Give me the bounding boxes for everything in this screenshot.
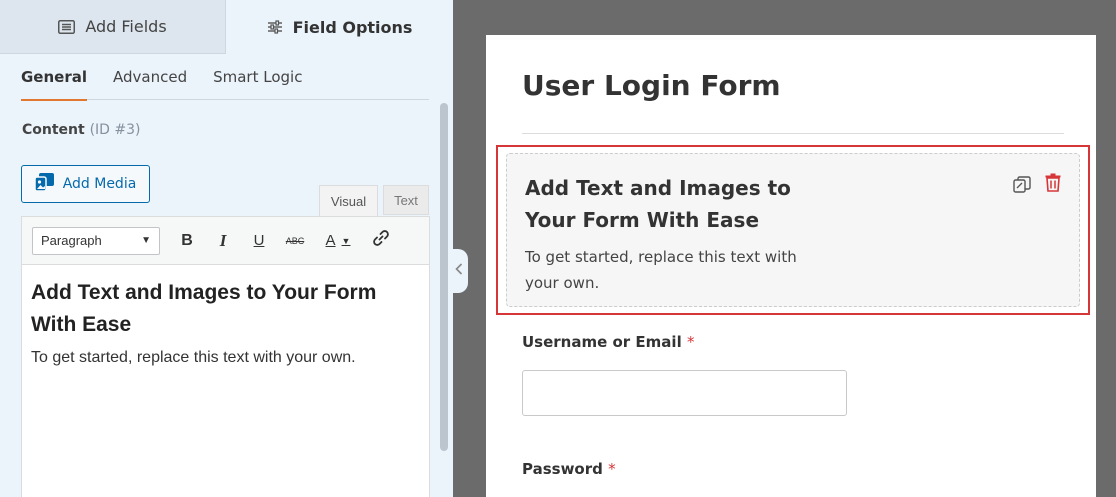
subtab-advanced[interactable]: Advanced <box>113 54 187 100</box>
link-icon <box>372 229 390 252</box>
duplicate-icon[interactable] <box>1013 176 1031 194</box>
panel-scrollbar-thumb[interactable] <box>440 103 448 451</box>
form-title-divider <box>522 133 1064 134</box>
password-label-text: Password <box>522 460 603 478</box>
format-select[interactable]: Paragraph ▼ <box>32 226 160 255</box>
required-marker: * <box>686 333 695 351</box>
required-marker: * <box>608 460 616 478</box>
tab-field-options[interactable]: Field Options <box>226 0 453 54</box>
chevron-left-icon <box>454 263 463 279</box>
text-color-button[interactable]: A ▼ <box>318 227 358 255</box>
content-editor[interactable]: Paragraph ▼ B I U ABC A ▼ Add Text and I… <box>21 216 430 497</box>
panel-tabs: Add Fields Field Options <box>0 0 453 54</box>
content-label-text: Content <box>22 122 85 138</box>
field-options-panel: Add Fields Field Options General Advance… <box>0 0 453 497</box>
form-title: User Login Form <box>522 69 781 102</box>
editor-heading: Add Text and Images to Your Form With Ea… <box>31 281 377 336</box>
add-media-label: Add Media <box>62 176 137 192</box>
form-preview: User Login Form Add Text and Images to Y… <box>486 35 1096 497</box>
caret-down-icon: ▼ <box>141 235 151 246</box>
tab-field-options-label: Field Options <box>292 17 413 37</box>
underline-button[interactable]: U <box>246 227 272 255</box>
content-field-id: (ID #3) <box>89 122 141 138</box>
content-option-label: Content (ID #3) <box>22 122 141 138</box>
content-field-preview[interactable]: Add Text and Images to Your Form With Ea… <box>506 153 1080 307</box>
text-color-label: A <box>325 232 336 249</box>
subtab-smart-logic[interactable]: Smart Logic <box>213 54 302 100</box>
caret-down-icon: ▼ <box>341 235 351 246</box>
tab-add-fields[interactable]: Add Fields <box>0 0 226 54</box>
sliders-icon <box>267 20 283 34</box>
link-button[interactable] <box>368 227 394 255</box>
trash-icon[interactable] <box>1045 173 1063 193</box>
tab-add-fields-label: Add Fields <box>85 17 167 36</box>
strikethrough-button[interactable]: ABC <box>282 227 308 255</box>
editor-tab-visual[interactable]: Visual <box>319 185 378 216</box>
content-field-heading: Add Text and Images to Your Form With Ea… <box>525 176 791 232</box>
add-media-button[interactable]: Add Media <box>21 165 150 203</box>
content-field-paragraph: To get started, replace this text with y… <box>525 248 797 292</box>
italic-button[interactable]: I <box>210 227 236 255</box>
bold-button[interactable]: B <box>174 227 200 255</box>
editor-paragraph: To get started, replace this text with y… <box>31 349 356 366</box>
list-icon <box>58 19 76 34</box>
username-input[interactable] <box>522 370 847 416</box>
editor-body[interactable]: Add Text and Images to Your Form With Ea… <box>22 265 429 379</box>
collapse-panel-button[interactable] <box>449 249 468 293</box>
editor-tab-text[interactable]: Text <box>383 185 429 215</box>
username-label-text: Username or Email <box>522 333 682 351</box>
media-icon <box>33 173 55 195</box>
options-subtabs: General Advanced Smart Logic <box>21 54 429 101</box>
selected-content-field[interactable]: Add Text and Images to Your Form With Ea… <box>496 145 1090 315</box>
subtab-general[interactable]: General <box>21 54 87 101</box>
format-select-value: Paragraph <box>41 233 102 248</box>
username-label: Username or Email * <box>522 333 694 351</box>
password-label: Password * <box>522 460 616 478</box>
editor-toolbar: Paragraph ▼ B I U ABC A ▼ <box>22 217 429 265</box>
